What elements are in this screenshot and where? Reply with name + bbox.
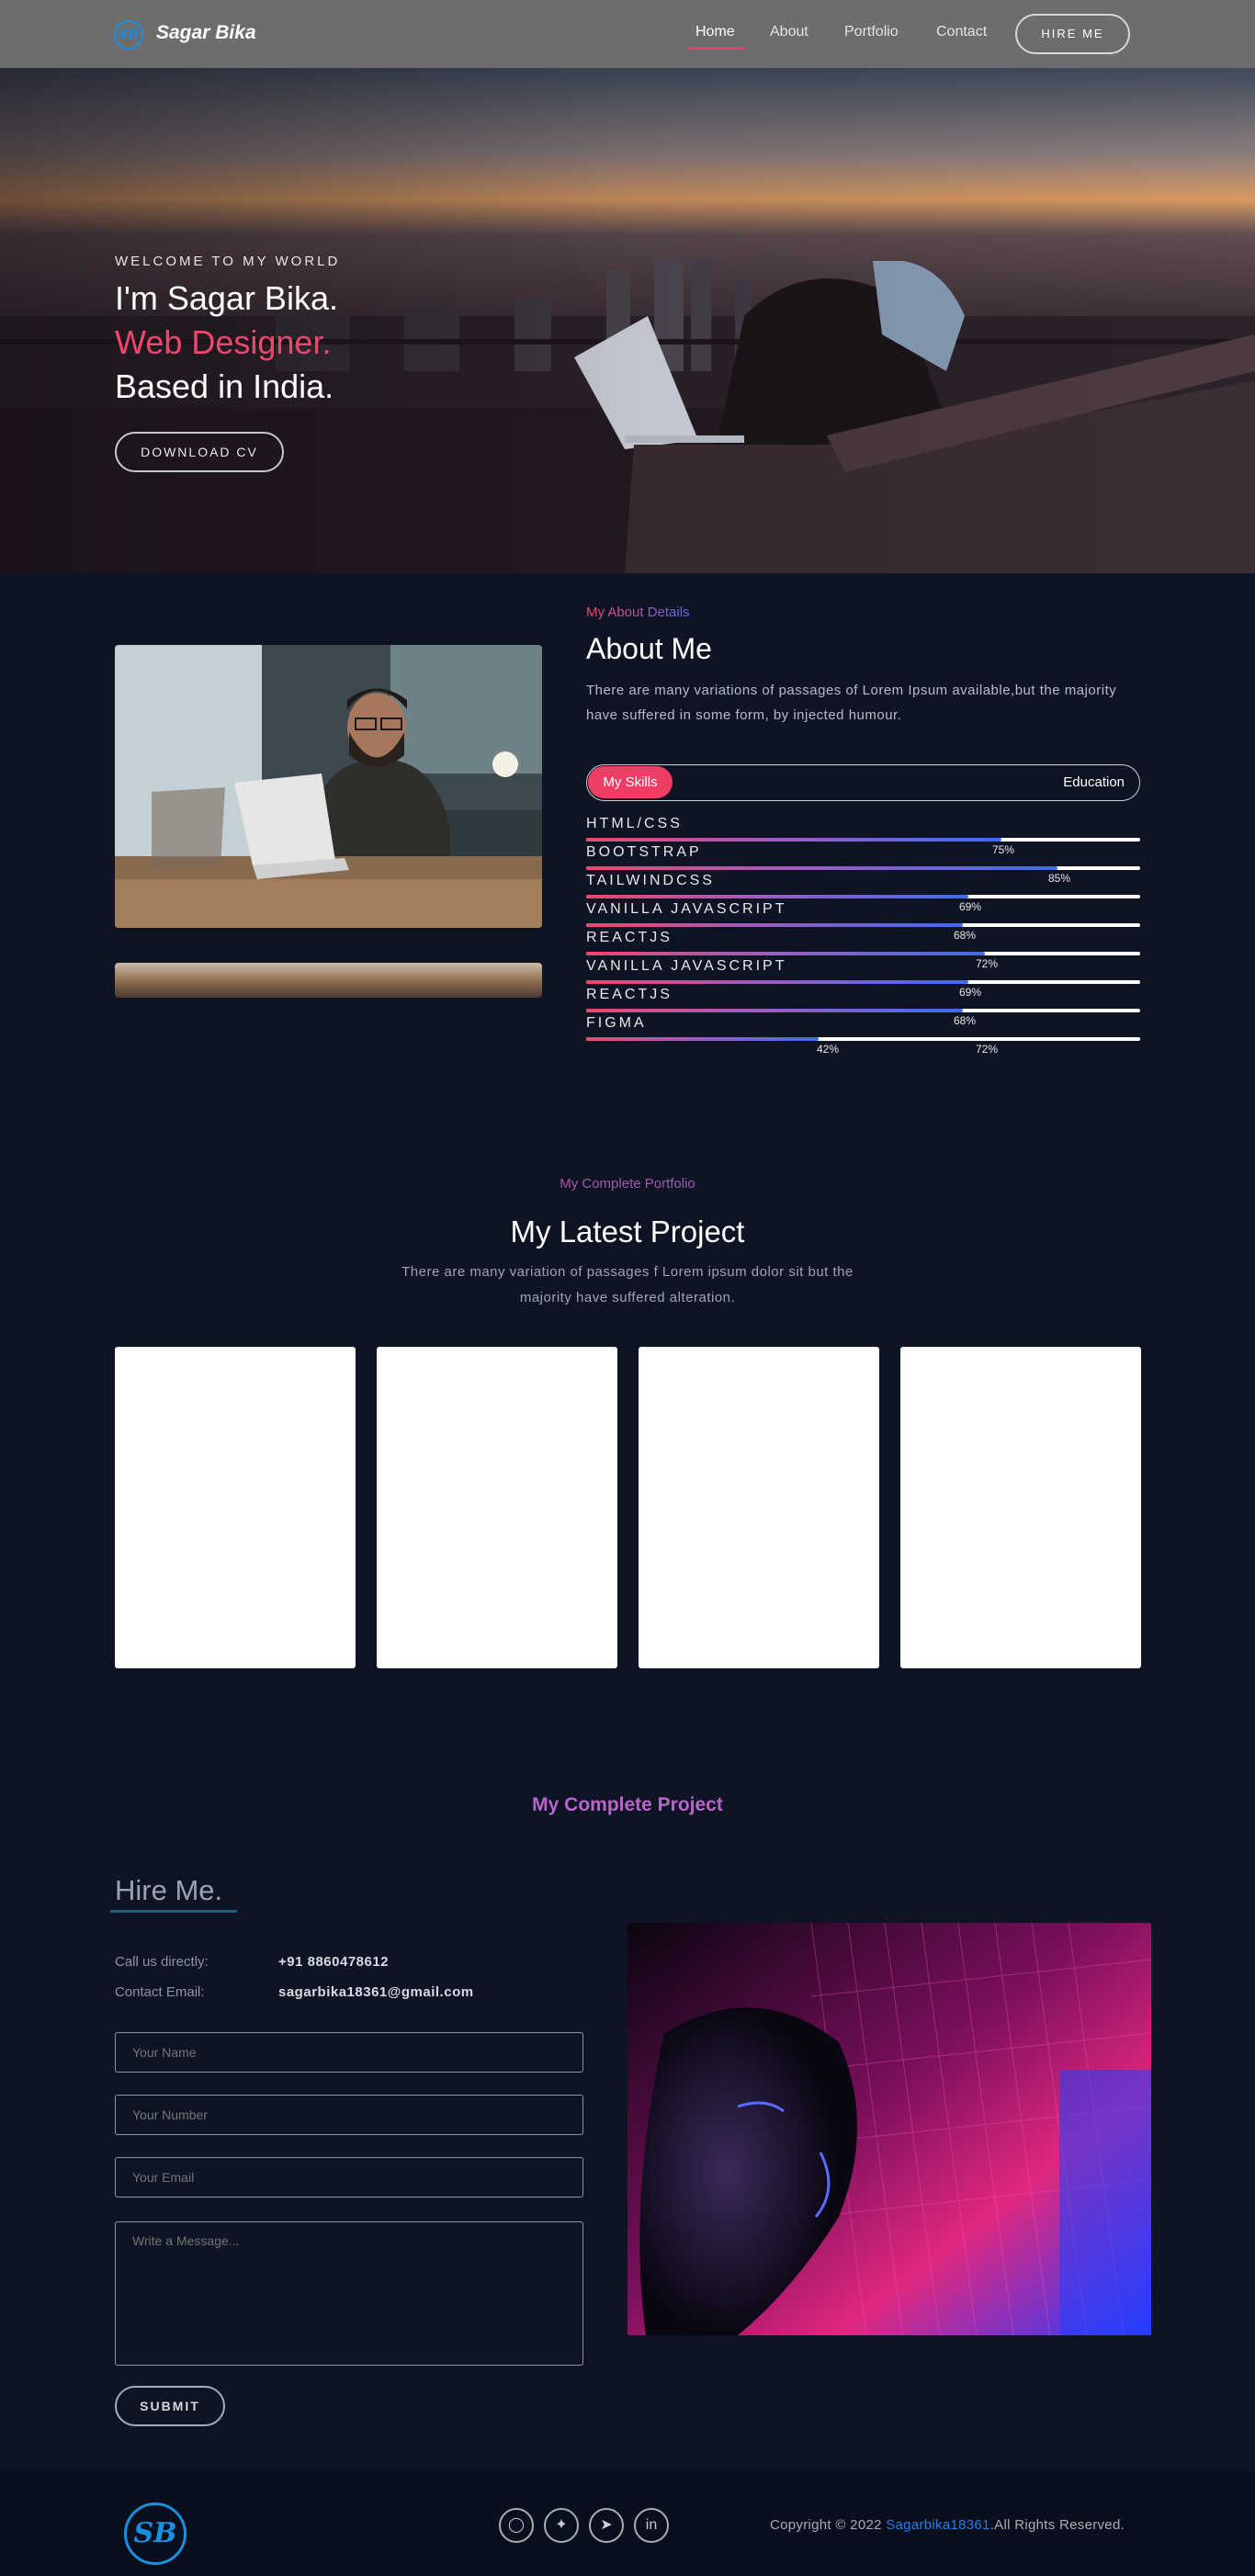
hire-me-title: Hire Me.	[115, 1874, 223, 1906]
skill-progress-fill	[586, 1009, 963, 1012]
nav-active-indicator	[688, 47, 745, 50]
tab-education[interactable]: Education	[1063, 774, 1125, 790]
skill-percentage: 69%	[959, 986, 982, 999]
copyright-link[interactable]: Sagarbika18361	[886, 2517, 989, 2533]
skill-progress-track	[586, 980, 1140, 984]
hire-me-underline	[110, 1910, 237, 1913]
about-description: There are many variations of passages of…	[586, 683, 1117, 723]
nav-link-home[interactable]: Home	[695, 24, 735, 40]
email-label: Contact Email:	[115, 1984, 205, 2000]
skill-label: BOOTSTRAP	[586, 844, 702, 860]
skill-progress-track	[586, 1037, 1140, 1041]
portfolio-description: There are many variation of passages f L…	[401, 1264, 854, 1305]
skill-progress-fill	[586, 923, 963, 927]
skill-percentage: 75%	[992, 843, 1015, 856]
copyright-text: Copyright © 2022 Sagarbika18361.All Righ…	[770, 2517, 1125, 2533]
hero-heading-location: Based in India.	[115, 367, 334, 405]
skill-progress-track	[586, 838, 1140, 842]
tab-my-skills[interactable]: My Skills	[588, 766, 673, 798]
skill-label: VANILLA JAVASCRIPT	[586, 901, 787, 917]
nav-link-portfolio[interactable]: Portfolio	[844, 24, 899, 40]
hero-welcome-text: WELCOME TO MY WORLD	[115, 254, 341, 269]
copyright-suffix: .All Rights Reserved.	[989, 2517, 1125, 2533]
skill-percentage: 85%	[1048, 872, 1071, 885]
hero-heading-role: Web Designer.	[115, 323, 332, 361]
project-card[interactable]	[377, 1347, 617, 1668]
portfolio-title: My Latest Project	[510, 1215, 745, 1248]
skill-label: VANILLA JAVASCRIPT	[586, 958, 787, 974]
about-subtitle: My About Details	[586, 604, 690, 620]
copyright-prefix: Copyright © 2022	[770, 2517, 887, 2533]
twitter-icon[interactable]: ✦	[544, 2508, 579, 2543]
skill-label: TAILWINDCSS	[586, 873, 715, 888]
skill-percentage: 69%	[959, 900, 982, 913]
skill-progress-fill	[586, 1037, 819, 1041]
about-photo	[115, 645, 542, 928]
contact-section-title: My Complete Project	[532, 1794, 723, 1815]
skill-progress-fill	[586, 952, 985, 955]
nav-link-contact[interactable]: Contact	[936, 24, 987, 40]
skill-percentage: 72%	[976, 1043, 999, 1056]
project-card[interactable]	[900, 1347, 1141, 1668]
project-card[interactable]	[639, 1347, 879, 1668]
skill-percentage: 72%	[976, 957, 999, 970]
skill-percentage: 42%	[817, 1043, 840, 1056]
skill-progress-track	[586, 923, 1140, 927]
about-secondary-image	[115, 963, 542, 998]
skill-progress-track	[586, 895, 1140, 898]
about-tab-bar: My Skills Education	[586, 764, 1140, 801]
skill-progress-fill	[586, 838, 1001, 842]
skill-progress-track	[586, 866, 1140, 870]
number-input[interactable]	[115, 2095, 583, 2135]
hero-banner	[0, 68, 1255, 573]
skill-label: HTML/CSS	[586, 816, 683, 831]
contact-portrait-image	[628, 1923, 1151, 2335]
name-input[interactable]	[115, 2032, 583, 2073]
phone-number[interactable]: +91 8860478612	[278, 1954, 389, 1970]
download-cv-button[interactable]: DOWNLOAD CV	[115, 432, 284, 472]
top-navbar: SB Sagar Bika Home About Portfolio Conta…	[0, 0, 1255, 68]
skill-label: REACTJS	[586, 930, 673, 945]
skill-progress-track	[586, 952, 1140, 955]
skill-progress-fill	[586, 895, 968, 898]
skill-progress-fill	[586, 866, 1057, 870]
message-textarea[interactable]	[115, 2221, 583, 2366]
skill-percentage: 68%	[954, 1014, 977, 1027]
instagram-icon[interactable]: ◯	[499, 2508, 534, 2543]
email-address[interactable]: sagarbika18361@gmail.com	[278, 1984, 474, 2000]
skill-progress-track	[586, 1009, 1140, 1012]
logo-icon[interactable]: SB	[114, 20, 143, 50]
skill-label: REACTJS	[586, 987, 673, 1002]
portfolio-subtitle: My Complete Portfolio	[0, 1176, 1255, 1192]
hero-heading-name: I'm Sagar Bika.	[115, 279, 338, 317]
site-logo-text[interactable]: Sagar Bika	[156, 22, 256, 44]
footer-logo-icon[interactable]: SB	[124, 2503, 187, 2565]
skill-progress-fill	[586, 980, 968, 984]
project-card[interactable]	[115, 1347, 356, 1668]
skill-percentage: 68%	[954, 929, 977, 942]
telegram-icon[interactable]: ➤	[589, 2508, 624, 2543]
linkedin-icon[interactable]: in	[634, 2508, 669, 2543]
nav-link-about[interactable]: About	[770, 24, 808, 40]
submit-button[interactable]: SUBMIT	[115, 2386, 225, 2426]
hero-overlay	[0, 68, 1255, 573]
email-input[interactable]	[115, 2157, 583, 2198]
call-label: Call us directly:	[115, 1954, 209, 1970]
about-title: About Me	[586, 632, 712, 665]
skill-label: FIGMA	[586, 1015, 647, 1031]
hire-me-button[interactable]: HIRE ME	[1015, 14, 1130, 54]
